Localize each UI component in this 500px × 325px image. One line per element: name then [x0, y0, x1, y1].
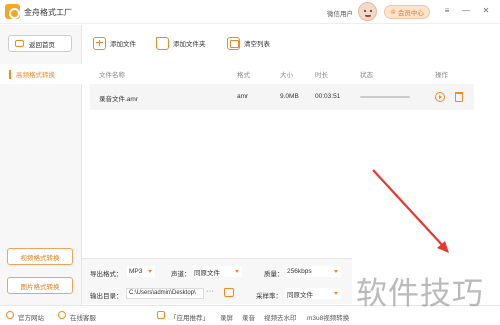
watermark: 软件技巧	[356, 276, 484, 312]
arrow-shaft	[372, 169, 445, 248]
